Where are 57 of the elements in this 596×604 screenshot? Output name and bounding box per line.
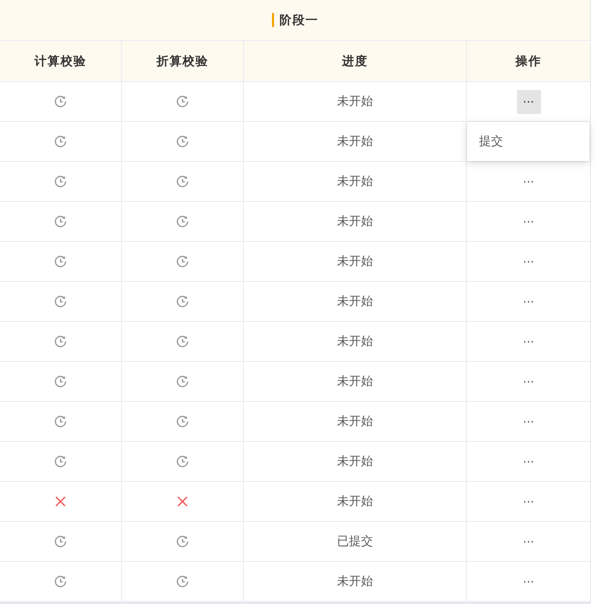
table-cell: 未开始 xyxy=(244,282,467,322)
more-button[interactable]: ··· xyxy=(516,410,540,434)
clock-icon xyxy=(176,415,189,428)
clock-icon xyxy=(54,175,67,188)
cross-icon xyxy=(177,496,188,507)
clock-icon xyxy=(54,455,67,468)
clock-icon xyxy=(54,135,67,148)
clock-icon xyxy=(54,95,67,108)
clock-icon xyxy=(54,415,67,428)
clock-icon xyxy=(54,295,67,308)
clock-icon xyxy=(54,575,67,588)
column-header: 折算校验 xyxy=(122,41,244,82)
table-cell: 未开始 xyxy=(244,242,467,282)
table-cell: 已提交 xyxy=(244,522,467,562)
stage-title: 阶段一 xyxy=(280,12,318,28)
table-cell: 未开始 xyxy=(244,362,467,402)
clock-icon xyxy=(176,295,189,308)
cross-icon xyxy=(55,496,66,507)
clock-icon xyxy=(54,255,67,268)
clock-icon xyxy=(176,95,189,108)
table-cell: 未开始 xyxy=(244,402,467,442)
clock-icon xyxy=(176,215,189,228)
table-cell: 未开始 xyxy=(244,82,467,122)
more-button[interactable]: ··· xyxy=(516,170,540,194)
clock-icon xyxy=(176,135,189,148)
table-cell: 未开始 xyxy=(244,562,467,602)
more-button[interactable]: ··· xyxy=(516,290,540,314)
column-header: 进度 xyxy=(244,41,467,82)
table-cell: 未开始 xyxy=(244,162,467,202)
more-button[interactable]: ··· xyxy=(516,530,540,554)
more-button[interactable]: ··· xyxy=(516,450,540,474)
table-cell: 未开始 xyxy=(244,322,467,362)
more-button[interactable]: ··· xyxy=(516,490,540,514)
more-button[interactable]: ··· xyxy=(516,330,540,354)
clock-icon xyxy=(176,335,189,348)
clock-icon xyxy=(54,215,67,228)
clock-icon xyxy=(176,375,189,388)
more-button[interactable]: ··· xyxy=(516,570,540,594)
more-button[interactable]: ··· xyxy=(516,90,540,114)
more-button[interactable]: ··· xyxy=(516,250,540,274)
more-button[interactable]: ··· xyxy=(516,210,540,234)
table-cell: 未开始 xyxy=(244,122,467,162)
clock-icon xyxy=(176,535,189,548)
column-header: 计算校验 xyxy=(0,41,122,82)
clock-icon xyxy=(176,175,189,188)
clock-icon xyxy=(54,375,67,388)
table-cell: 未开始 xyxy=(244,442,467,482)
clock-icon xyxy=(176,575,189,588)
table-cell: 未开始 xyxy=(244,482,467,522)
menu-item[interactable]: 提交 xyxy=(467,122,589,161)
clock-icon xyxy=(54,335,67,348)
clock-icon xyxy=(54,535,67,548)
clock-icon xyxy=(176,255,189,268)
column-header: 操作 xyxy=(467,41,590,82)
clock-icon xyxy=(176,455,189,468)
more-button[interactable]: ··· xyxy=(516,370,540,394)
table-cell: 未开始 xyxy=(244,202,467,242)
